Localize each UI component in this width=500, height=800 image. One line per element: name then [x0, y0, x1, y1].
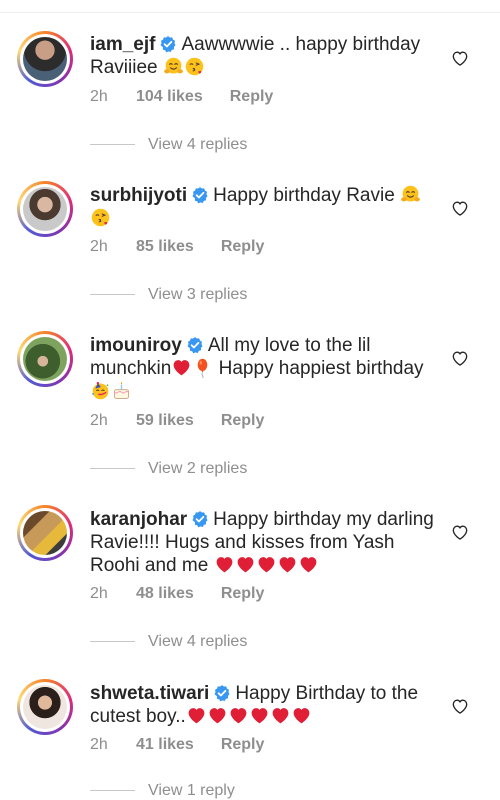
balloon-icon [192, 357, 213, 378]
like-heart-icon[interactable] [450, 48, 470, 68]
red-heart-icon [207, 705, 228, 726]
comment-likes[interactable]: 48 likes [136, 585, 194, 603]
comment-time: 2h [90, 412, 108, 429]
avatar[interactable] [17, 31, 73, 87]
avatar[interactable] [17, 505, 73, 561]
comment-username[interactable]: iam_ejf [90, 34, 155, 55]
avatar[interactable] [17, 331, 73, 387]
view-replies-button[interactable]: View 4 replies [90, 633, 247, 651]
red-heart-icon [256, 554, 277, 575]
avatar[interactable] [17, 181, 73, 237]
verified-badge-icon [213, 684, 231, 702]
divider-line [90, 294, 135, 296]
comment-time: 2h [90, 88, 108, 105]
view-replies-label: View 4 replies [148, 633, 248, 650]
view-replies-label: View 1 reply [148, 782, 235, 799]
reply-button[interactable]: Reply [221, 585, 265, 603]
reply-button[interactable]: Reply [221, 238, 265, 256]
red-heart-icon [186, 705, 207, 726]
like-heart-icon[interactable] [450, 696, 470, 716]
hugging-face-icon [163, 56, 184, 77]
red-heart-icon [291, 705, 312, 726]
hugging-face-icon [400, 184, 421, 205]
divider-line [90, 641, 135, 643]
partying-face-icon [90, 380, 111, 401]
comment-text: karanjohar Happy birthday my darling Ravi… [90, 508, 435, 577]
view-replies-label: View 3 replies [148, 286, 248, 303]
divider-line [90, 790, 135, 792]
view-replies-label: View 2 replies [148, 460, 248, 477]
comment-likes[interactable]: 104 likes [136, 88, 203, 106]
verified-badge-icon [191, 510, 209, 528]
avatar[interactable] [17, 679, 73, 735]
comment-time: 2h [90, 736, 108, 753]
view-replies-button[interactable]: View 4 replies [90, 136, 247, 154]
comment-username[interactable]: shweta.tiwari [90, 683, 209, 704]
reply-button[interactable]: Reply [221, 736, 265, 754]
comment-likes[interactable]: 59 likes [136, 412, 194, 430]
red-heart-icon [298, 554, 319, 575]
view-replies-button[interactable]: View 3 replies [90, 286, 247, 304]
comment-body-continued: Happy happiest birthday [218, 358, 424, 379]
like-heart-icon[interactable] [450, 348, 470, 368]
comment-text: surbhijyoti Happy birthday Ravie [90, 184, 435, 230]
face-blowing-kiss-icon [90, 207, 111, 228]
red-heart-icon [171, 357, 192, 378]
comment-text: imouniroy All my love to the lil munchkin… [90, 334, 435, 403]
red-heart-icon [270, 705, 291, 726]
view-replies-button[interactable]: View 1 reply [90, 782, 235, 800]
like-heart-icon[interactable] [450, 198, 470, 218]
reply-button[interactable]: Reply [221, 412, 265, 430]
verified-badge-icon [186, 336, 204, 354]
top-divider [0, 12, 500, 13]
like-heart-icon[interactable] [450, 522, 470, 542]
birthday-cake-icon [111, 380, 132, 401]
comment-body: Happy birthday Ravie [213, 185, 395, 206]
comment-text: shweta.tiwari Happy Birthday to the cutes… [90, 682, 435, 728]
comment-username[interactable]: imouniroy [90, 335, 182, 356]
comment-time: 2h [90, 238, 108, 255]
comment-username[interactable]: surbhijyoti [90, 185, 187, 206]
face-blowing-kiss-icon [184, 56, 205, 77]
comment-likes[interactable]: 41 likes [136, 736, 194, 754]
view-replies-button[interactable]: View 2 replies [90, 460, 247, 478]
comment-time: 2h [90, 585, 108, 602]
divider-line [90, 468, 135, 470]
red-heart-icon [235, 554, 256, 575]
verified-badge-icon [159, 35, 177, 53]
comment-likes[interactable]: 85 likes [136, 238, 194, 256]
red-heart-icon [228, 705, 249, 726]
divider-line [90, 144, 135, 146]
view-replies-label: View 4 replies [148, 136, 248, 153]
comment-text: iam_ejf Aawwwwie .. happy birthday Raviii… [90, 33, 435, 79]
verified-badge-icon [191, 186, 209, 204]
red-heart-icon [214, 554, 235, 575]
red-heart-icon [277, 554, 298, 575]
reply-button[interactable]: Reply [230, 88, 274, 106]
comment-username[interactable]: karanjohar [90, 509, 187, 530]
red-heart-icon [249, 705, 270, 726]
